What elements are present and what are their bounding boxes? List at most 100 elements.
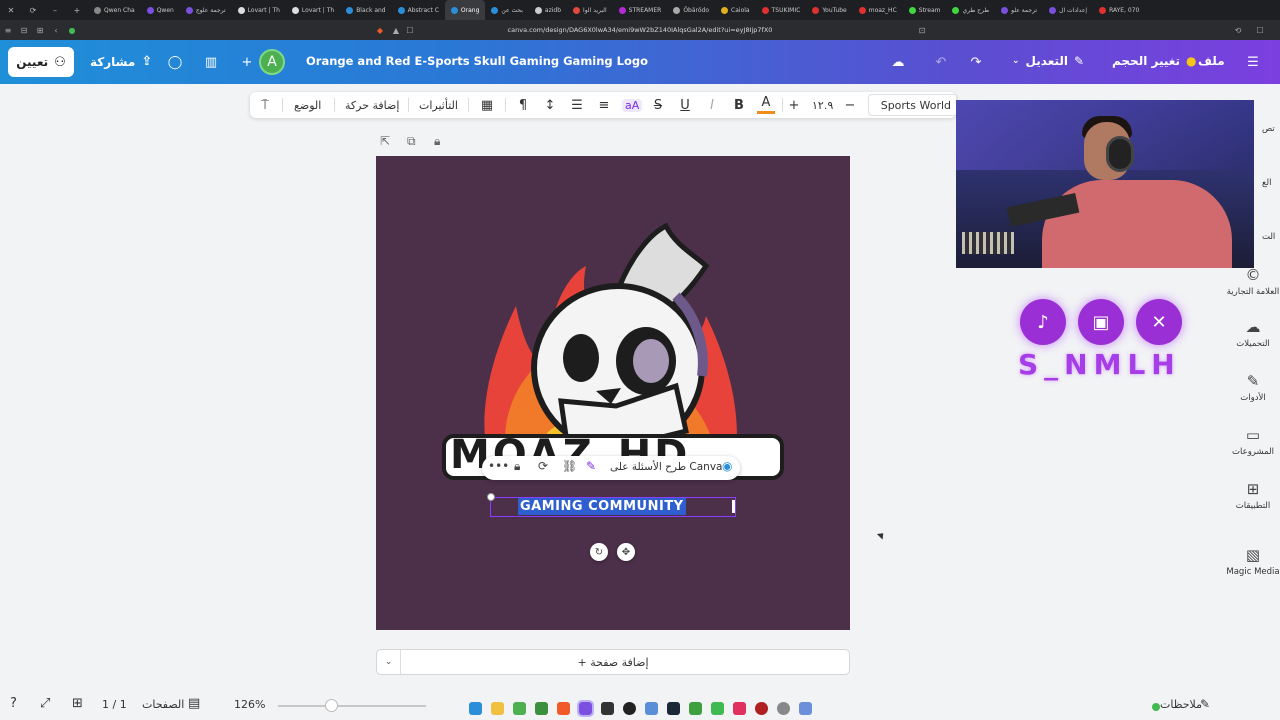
share-page-icon[interactable]: ⊡ <box>914 26 930 35</box>
back-icon[interactable]: ‹ <box>48 26 64 35</box>
browser-tab[interactable]: ترجمة علو <box>995 0 1043 20</box>
decrease-font-button[interactable]: − <box>841 92 859 118</box>
browser-tab[interactable]: azidb <box>529 0 567 20</box>
browser-tab[interactable]: YouTube <box>806 0 852 20</box>
strikethrough-button[interactable]: S <box>649 92 667 118</box>
zoom-slider-track[interactable] <box>278 705 426 707</box>
magic-edit-icon[interactable]: ✎ <box>586 459 596 473</box>
menu-icon[interactable]: ≡ <box>0 26 16 35</box>
bookmark-icon[interactable]: ☐ <box>402 26 418 35</box>
minimize-icon[interactable]: – <box>44 6 66 15</box>
browser-tab[interactable]: Abstract C <box>392 0 445 20</box>
reload-icon[interactable]: ⟳ <box>22 6 44 15</box>
windows-start-icon[interactable] <box>469 702 482 715</box>
settings-icon[interactable] <box>777 702 790 715</box>
link-icon[interactable]: ⛓ <box>562 459 577 473</box>
page-counter[interactable]: 1 / 1 <box>102 698 127 711</box>
fullscreen-icon[interactable]: ⤢ <box>40 696 50 711</box>
extensions-icon[interactable]: ⊞ <box>32 26 48 35</box>
design-canvas[interactable]: MOAZ_HD <box>376 156 850 630</box>
sidebar-item-apps[interactable]: ⊞ التطبيقات <box>1222 480 1280 511</box>
add-page-button[interactable]: ⌄ + إضافة صفحة <box>376 649 850 675</box>
browser-tab[interactable]: TSUKIMIC <box>756 0 807 20</box>
add-collaborator-icon[interactable]: + <box>234 49 260 75</box>
list-icon[interactable]: ☰ <box>568 92 586 118</box>
new-tab-icon[interactable]: + <box>66 6 88 15</box>
effects-button[interactable]: التأثيرات <box>419 92 458 118</box>
taskbar-app-icon[interactable] <box>645 702 658 715</box>
text-direction-icon[interactable]: ¶ <box>514 92 532 118</box>
zoom-level[interactable]: 126% <box>234 698 265 711</box>
shield-icon[interactable]: ● <box>64 26 80 35</box>
taskbar-app-icon[interactable] <box>689 702 702 715</box>
animate-button[interactable]: إضافة حركة <box>345 92 399 118</box>
browser-reload-icon[interactable]: ⟲ <box>1230 26 1246 35</box>
sidebar-toggle-icon[interactable]: ⊟ <box>16 26 32 35</box>
obs-icon[interactable] <box>623 702 636 715</box>
sidebar-item-brand[interactable]: © العلامة التجارية <box>1222 266 1280 297</box>
analytics-icon[interactable]: ▥ <box>198 49 224 75</box>
document-title[interactable]: Orange and Red E-Sports Skull Gaming Gam… <box>306 54 648 68</box>
browser-tab[interactable]: ترجمة علوج <box>180 0 232 20</box>
hamburger-menu-icon[interactable]: ☰ <box>1240 49 1266 75</box>
edit-mode-button[interactable]: ⌄ التعديل ✎ <box>1012 54 1084 68</box>
share-button[interactable]: مشاركة ⇪ <box>90 54 152 69</box>
notes-button[interactable]: ملاحظات <box>1160 698 1202 711</box>
letter-case-button[interactable]: aA <box>622 92 643 118</box>
file-menu-button[interactable]: ملف <box>1198 54 1225 68</box>
selected-subtitle-text[interactable]: GAMING COMMUNITY <box>518 498 686 515</box>
taskbar-app-icon[interactable] <box>733 702 746 715</box>
chevron-down-icon[interactable]: ⌄ <box>377 650 401 674</box>
sidebar-item-uploads[interactable]: ☁ التحميلات <box>1222 318 1280 349</box>
spacing-icon[interactable]: ↕ <box>541 92 559 118</box>
font-family-select[interactable]: Sports World <box>868 94 958 116</box>
browser-tab[interactable]: Caiola <box>715 0 756 20</box>
italic-button[interactable]: I <box>703 92 721 118</box>
more-options-icon[interactable]: ••• <box>488 459 509 473</box>
underline-button[interactable]: U <box>676 92 694 118</box>
text-color-button[interactable]: A <box>757 94 775 114</box>
notes-icon[interactable]: ✎ <box>1200 697 1210 711</box>
browser-tab[interactable]: البريد الوا <box>567 0 613 20</box>
help-icon[interactable]: ? <box>10 696 17 711</box>
browser-menu-icon[interactable]: ☐ <box>1252 26 1268 35</box>
file-explorer-icon[interactable] <box>491 702 504 715</box>
align-center-icon[interactable]: ≡ <box>595 92 613 118</box>
zoom-slider-handle[interactable] <box>325 699 338 712</box>
ask-canva-button[interactable]: طرح الأسئلة على Canva <box>610 461 723 473</box>
browser-tab[interactable]: طرح طري <box>946 0 995 20</box>
taskbar-app-icon[interactable] <box>601 702 614 715</box>
url-field[interactable]: canva.com/design/DAG6X0lwA34/emi9wW2bZ14… <box>420 26 860 34</box>
resize-button[interactable]: تغيير الحجم ● <box>1112 54 1197 68</box>
sidebar-item-projects[interactable]: ▭ المشروعات <box>1222 426 1280 457</box>
browser-tab[interactable]: Lovart | Th <box>232 0 286 20</box>
sidebar-item-tools[interactable]: ✎ الأدوات <box>1222 372 1280 403</box>
browser-tab-active[interactable]: Orang <box>444 0 486 20</box>
taskbar-app-icon[interactable] <box>513 702 526 715</box>
sidebar-item-partial[interactable]: الع <box>1262 178 1280 188</box>
sidebar-item-partial[interactable]: تص <box>1262 124 1280 134</box>
rotate-icon[interactable]: ↻ <box>590 543 608 561</box>
paint-roller-icon[interactable]: ⍑ <box>256 92 274 118</box>
taskbar-app-icon[interactable] <box>535 702 548 715</box>
comment-icon[interactable]: ◯ <box>162 49 188 75</box>
pages-icon[interactable]: ▤ <box>188 696 200 711</box>
browser-tab[interactable]: Öbärödo <box>667 0 715 20</box>
cloud-sync-icon[interactable]: ☁ <box>885 49 911 75</box>
position-button[interactable]: الوضع <box>294 92 321 118</box>
taskbar-app-icon[interactable] <box>711 702 724 715</box>
increase-font-button[interactable]: + <box>785 92 803 118</box>
lock-element-icon[interactable]: 🔒︎ <box>514 459 520 474</box>
browser-tab[interactable]: RAYE, 070 <box>1093 0 1145 20</box>
browser-tab[interactable]: Qwen <box>141 0 180 20</box>
move-icon[interactable]: ✥ <box>617 543 635 561</box>
taskbar-app-icon[interactable] <box>755 702 768 715</box>
duplicate-page-icon[interactable]: ⧉ <box>407 134 416 149</box>
undo-icon[interactable]: ↶ <box>928 49 954 75</box>
transparency-icon[interactable]: ▦ <box>478 92 496 118</box>
grid-view-icon[interactable]: ⊞ <box>72 696 83 711</box>
browser-tab[interactable]: Qwen Cha <box>88 0 141 20</box>
assign-button[interactable]: تعيين ⚇ <box>8 47 74 77</box>
lock-page-icon[interactable]: 🔒︎ <box>434 134 440 149</box>
canva-ai-icon[interactable]: ◉ <box>722 459 732 473</box>
